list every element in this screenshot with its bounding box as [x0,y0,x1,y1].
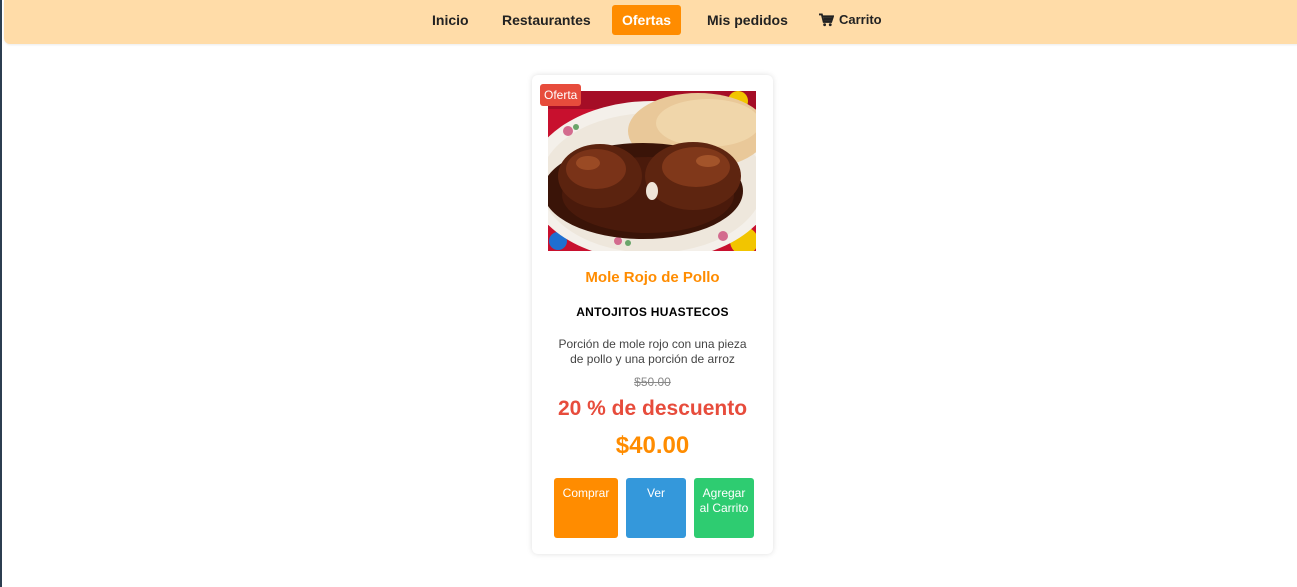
old-price: $50.00 [634,375,671,389]
offer-badge: Oferta [540,84,582,106]
buy-button[interactable]: Comprar [554,478,618,538]
nav-item-restaurantes[interactable]: Restaurantes [492,5,601,35]
current-price: $40.00 [615,432,690,459]
mole-dish-photo [548,91,756,251]
product-card: Oferta Mole Rojo de Pollo ANTOJITOS HUAS… [532,75,773,554]
food-image[interactable] [548,91,756,251]
nav-item-inicio[interactable]: Inicio [422,5,479,35]
product-description: Porción de mole rojo con una pieza de po… [558,337,747,366]
nav-cart-label: Carrito [839,12,882,27]
discount-label: 20 % de descuento [557,397,748,420]
add-to-cart-button[interactable]: Agregar al Carrito [694,478,754,538]
nav-item-carrito[interactable]: Carrito [809,5,892,35]
shopping-cart-icon [819,13,834,27]
page: Inicio Restaurantes Ofertas Mis pedidos … [0,0,1297,587]
top-navbar: Inicio Restaurantes Ofertas Mis pedidos … [4,0,1297,44]
product-title: Mole Rojo de Pollo [585,269,720,286]
nav-item-mis-pedidos[interactable]: Mis pedidos [697,5,798,35]
restaurant-name[interactable]: ANTOJITOS HUASTECOS [532,305,773,319]
view-button[interactable]: Ver [626,478,686,538]
nav-item-ofertas[interactable]: Ofertas [612,5,682,35]
